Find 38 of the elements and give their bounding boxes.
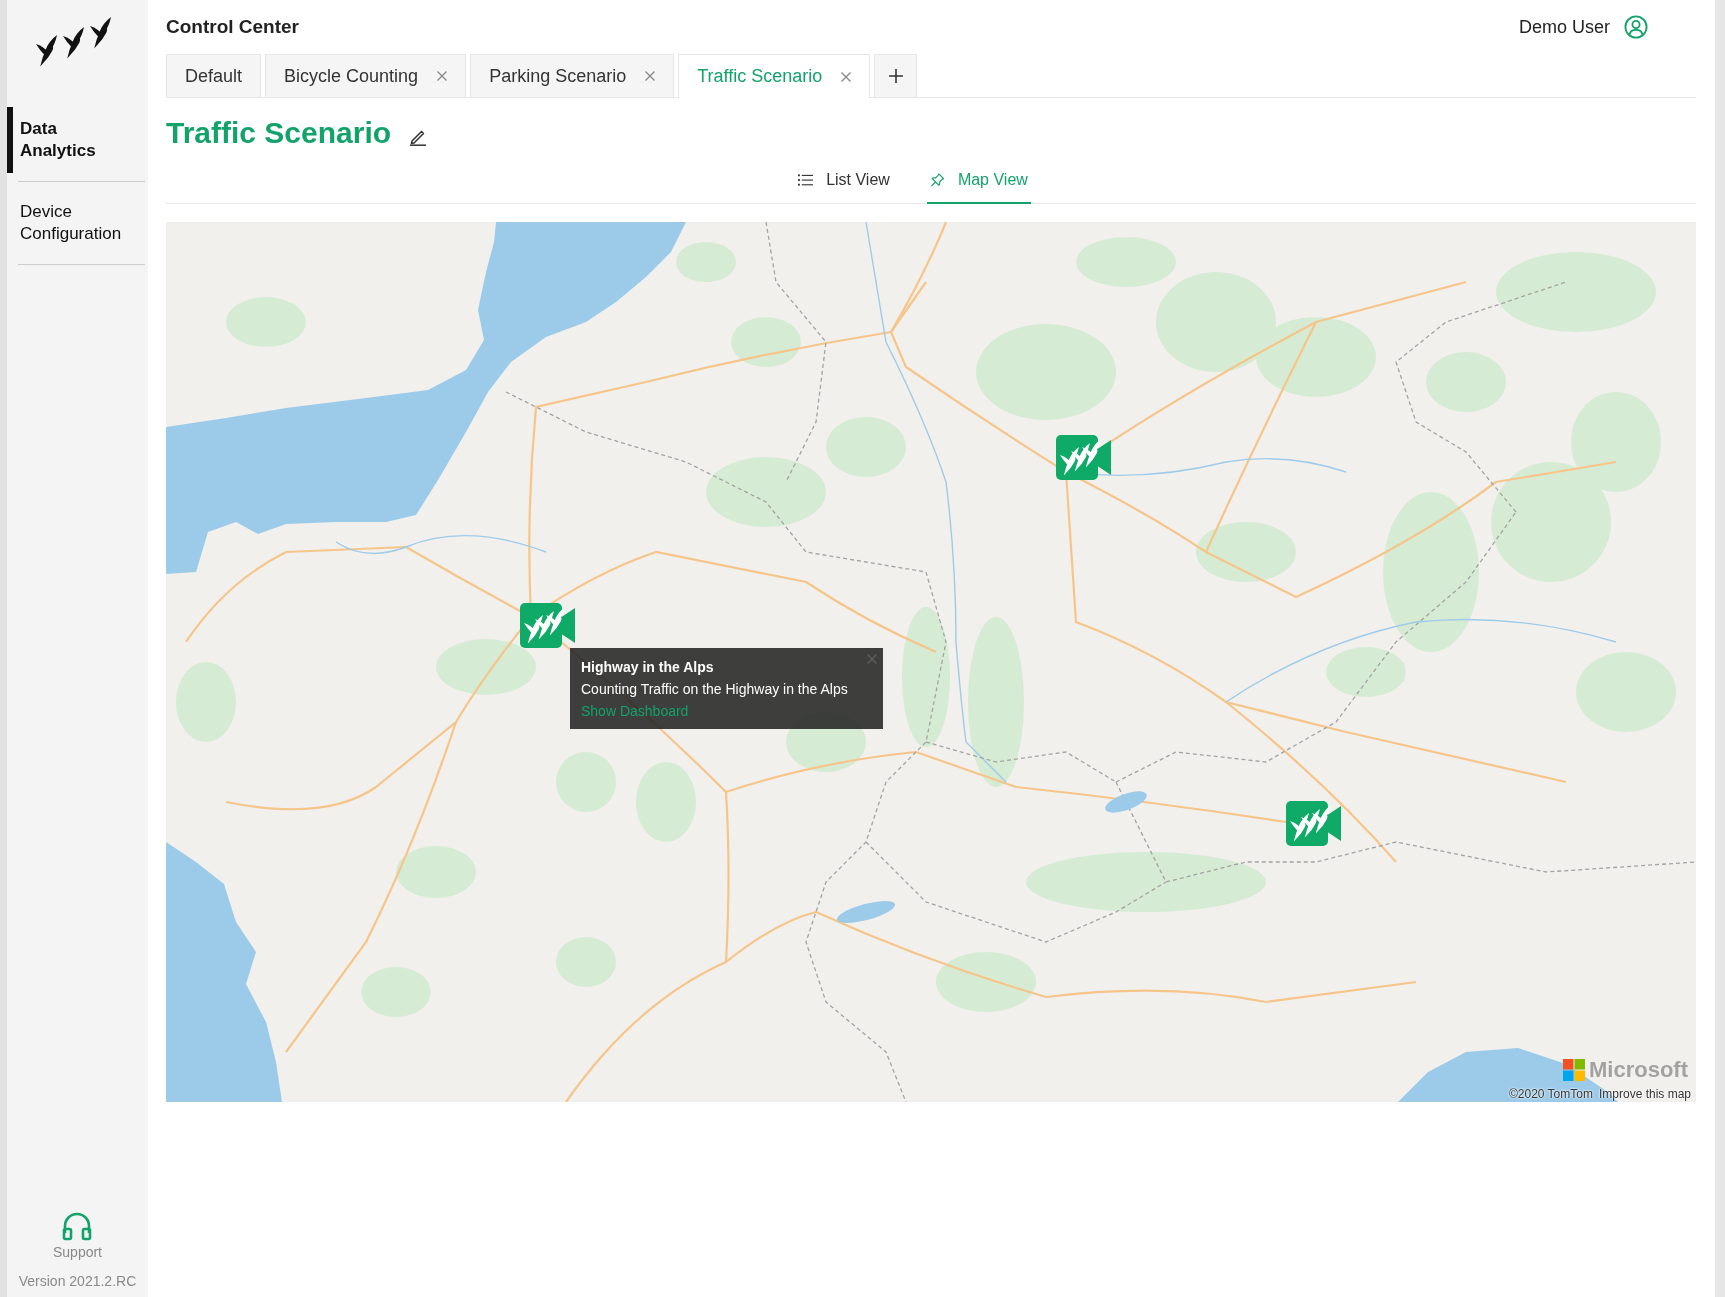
popup-description: Counting Traffic on the Highway in the Alps	[581, 680, 849, 699]
edit-button[interactable]	[409, 128, 428, 146]
close-icon[interactable]	[867, 654, 877, 664]
page-title: Traffic Scenario	[166, 115, 392, 151]
lake-area	[837, 901, 895, 923]
birds-marker-icon[interactable]	[1286, 801, 1341, 846]
headset-icon	[62, 1211, 93, 1241]
add-tab-button[interactable]	[874, 54, 918, 97]
lake-area	[1105, 791, 1147, 813]
birds-marker-icon[interactable]	[1056, 435, 1111, 480]
version-text: Version 2021.2.RC	[18, 1273, 137, 1289]
forest-area	[676, 242, 736, 282]
provider-logo-text: Microsoft	[1589, 1058, 1688, 1082]
view-tab[interactable]: List View	[795, 162, 893, 204]
user-menu-button[interactable]: Demo User	[1518, 15, 1648, 39]
forest-area	[731, 317, 801, 367]
plus-icon	[888, 69, 903, 83]
pencil-icon	[409, 128, 428, 146]
forest-area	[556, 752, 616, 812]
close-icon[interactable]	[645, 71, 656, 81]
pin-icon	[929, 173, 945, 187]
forest-area	[556, 937, 616, 987]
birds-logo-icon	[36, 17, 113, 66]
tab[interactable]: Bicycle Counting	[265, 54, 467, 97]
four-squares-logo-icon	[1563, 1059, 1585, 1081]
nav-item[interactable]: Device Configuration	[7, 190, 148, 256]
app-title: Control Center	[166, 16, 299, 38]
copyright-text: ©2020 TomTom	[1508, 1087, 1593, 1102]
popup-title: Highway in the Alps	[581, 658, 715, 677]
birds-marker-icon[interactable]	[520, 603, 575, 648]
close-icon[interactable]	[841, 71, 852, 82]
forest-area	[361, 967, 431, 1017]
user-icon	[1624, 15, 1648, 39]
list-icon	[798, 173, 814, 187]
close-icon[interactable]	[437, 71, 448, 81]
tab[interactable]: Default	[166, 54, 262, 97]
improve-map-link[interactable]: Improve this map	[1598, 1087, 1691, 1102]
tab[interactable]: Parking Scenario	[470, 54, 675, 97]
